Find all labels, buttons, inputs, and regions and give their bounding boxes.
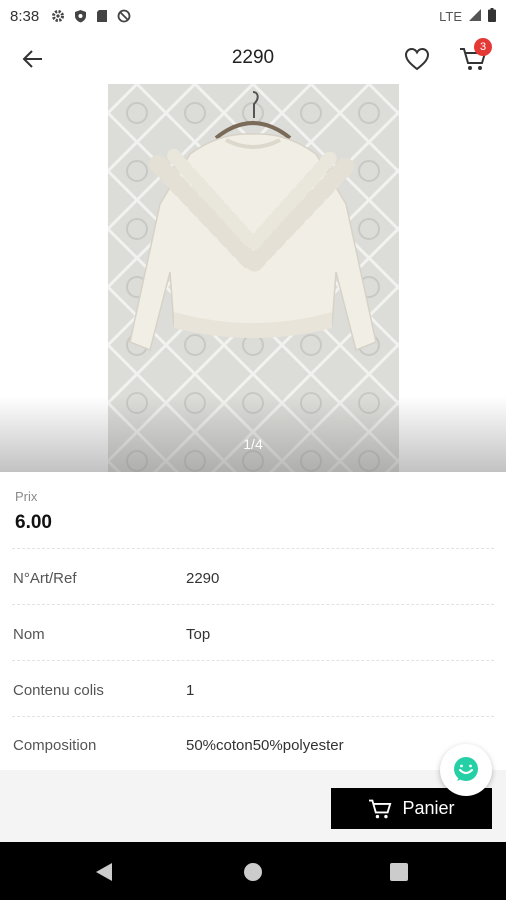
composition-label: Composition [13, 737, 97, 754]
status-time: 8:38 [10, 7, 40, 25]
status-icons [51, 9, 131, 23]
divider [12, 604, 494, 605]
name-value: Top [186, 626, 211, 643]
do-not-disturb-icon [117, 9, 131, 23]
add-to-cart-label: Panier [402, 798, 455, 818]
triangle-back-icon [96, 863, 112, 881]
divider [12, 660, 494, 661]
package-content-label: Contenu colis [13, 682, 104, 699]
ref-label: N°Art/Ref [13, 570, 77, 587]
divider [12, 548, 494, 549]
chat-icon [454, 757, 478, 781]
package-content-value: 1 [186, 682, 195, 699]
favorite-button[interactable] [402, 44, 432, 74]
gallery-counter: 1/4 [243, 436, 263, 452]
divider [12, 716, 494, 717]
cart-icon [369, 799, 392, 818]
square-recents-icon [390, 863, 408, 881]
shield-icon [73, 9, 87, 23]
settings-icon [51, 9, 65, 23]
gallery-shade [0, 396, 506, 472]
page-title: 2290 [231, 47, 275, 68]
sd-card-icon [95, 9, 109, 23]
price-value: 6.00 [15, 512, 52, 533]
bottom-action-bar: Panier [0, 770, 506, 842]
cart-button[interactable]: 3 [456, 38, 492, 76]
name-label: Nom [13, 626, 45, 643]
network-label: LTE [439, 8, 462, 24]
battery-icon [488, 7, 496, 25]
status-right: LTE [439, 0, 496, 32]
system-navigation-bar [0, 842, 506, 900]
app-bar: 2290 3 [0, 32, 506, 84]
back-button[interactable] [18, 44, 48, 74]
ref-value: 2290 [186, 570, 220, 587]
heart-icon [404, 47, 430, 71]
composition-value: 50%coton50%polyester [186, 737, 344, 754]
price-label: Prix [15, 489, 38, 504]
product-gallery[interactable]: 1/4 [0, 84, 506, 472]
signal-icon [468, 8, 482, 25]
back-arrow-icon [22, 50, 42, 68]
nav-home-button[interactable] [243, 862, 263, 887]
chat-button[interactable] [440, 744, 492, 796]
cart-count-badge: 3 [474, 38, 492, 56]
nav-recents-button[interactable] [390, 863, 408, 886]
product-details: Prix 6.00 N°Art/Ref 2290 Nom Top Contenu… [0, 472, 506, 770]
circle-home-icon [244, 863, 262, 881]
nav-back-button[interactable] [95, 862, 113, 887]
status-bar: 8:38 LTE [0, 0, 506, 32]
